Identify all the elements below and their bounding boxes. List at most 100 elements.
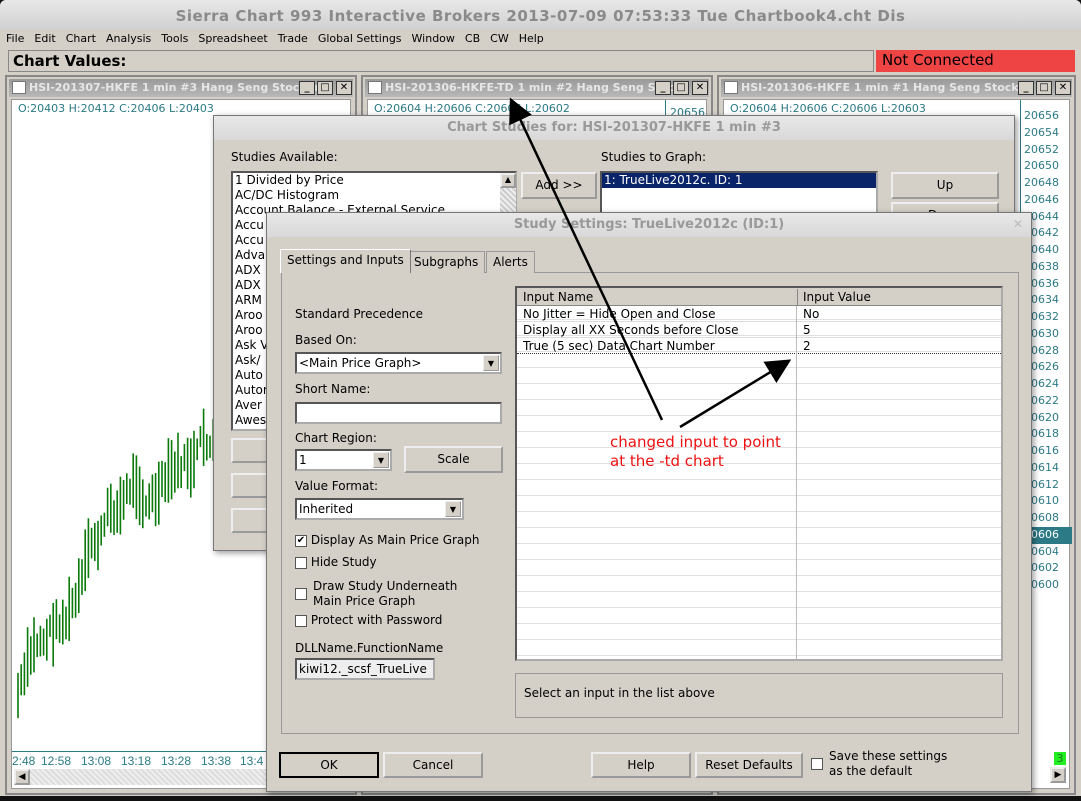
inputs-grid[interactable]: Input Name Input Value No Jitter = Hide … bbox=[515, 286, 1003, 661]
dialog-button[interactable] bbox=[231, 438, 271, 463]
menu-file[interactable]: File bbox=[6, 30, 24, 48]
add-study-button[interactable]: Add >> bbox=[521, 172, 597, 199]
column-header-name[interactable]: Input Name bbox=[523, 289, 593, 305]
cancel-button[interactable]: Cancel bbox=[383, 752, 483, 778]
grid-header: Input Name Input Value bbox=[517, 288, 1001, 306]
help-button[interactable]: Help bbox=[591, 752, 691, 778]
menu-bar: File Edit Chart Analysis Tools Spreadshe… bbox=[0, 30, 554, 48]
dialog-title: Study Settings: TrueLive2012c (ID:1) bbox=[267, 213, 1031, 237]
input-value[interactable]: 5 bbox=[803, 322, 811, 338]
chevron-down-icon[interactable]: ▼ bbox=[445, 501, 461, 517]
close-icon[interactable]: ✕ bbox=[1013, 217, 1023, 231]
checkbox[interactable] bbox=[295, 588, 307, 600]
time-label: 12:58 bbox=[41, 754, 72, 768]
up-button[interactable]: Up bbox=[891, 172, 999, 199]
based-on-select[interactable]: <Main Price Graph> ▼ bbox=[295, 352, 502, 374]
minimize-button[interactable]: _ bbox=[655, 81, 671, 95]
app-title: Sierra Chart 993 Interactive Brokers 201… bbox=[0, 0, 1081, 30]
checkbox[interactable] bbox=[295, 614, 307, 627]
time-label: 13:38 bbox=[201, 754, 232, 768]
checkbox[interactable]: ✔ bbox=[295, 534, 307, 547]
checkbox-label: Display As Main Price Graph bbox=[310, 533, 480, 547]
input-name: True (5 sec) Data Chart Number bbox=[523, 339, 715, 353]
precedence-label: Standard Precedence bbox=[295, 307, 424, 321]
value-format-select[interactable]: Inherited ▼ bbox=[295, 498, 464, 520]
checkbox[interactable] bbox=[295, 556, 307, 569]
checkbox-hide-study[interactable]: Hide Study bbox=[295, 555, 377, 569]
scroll-up-button[interactable]: ▲ bbox=[500, 173, 516, 188]
minimize-button[interactable]: _ bbox=[1018, 81, 1034, 95]
checkbox-draw-underneath[interactable]: Draw Study Underneath Main Price Graph bbox=[295, 579, 473, 609]
chart-window-titlebar[interactable]: HSI-201306-HKFE 1 min #1 Hang Seng Stock… bbox=[721, 79, 1072, 97]
maximize-button[interactable]: □ bbox=[317, 81, 333, 95]
menu-edit[interactable]: Edit bbox=[34, 30, 55, 48]
chart-window-titlebar[interactable]: HSI-201307-HKFE 1 min #3 Hang Seng Stock… bbox=[9, 79, 353, 97]
maximize-button[interactable]: □ bbox=[673, 81, 689, 95]
save-default-checkbox[interactable]: Save these settings as the default bbox=[811, 749, 959, 779]
dialog-title: Chart Studies for: HSI-201307-HKFE 1 min… bbox=[214, 116, 1014, 140]
menu-help[interactable]: Help bbox=[519, 30, 544, 48]
column-divider bbox=[796, 306, 797, 659]
dll-function-field: kiwi12._scsf_TrueLive bbox=[295, 658, 435, 680]
chevron-down-icon[interactable]: ▼ bbox=[373, 452, 389, 468]
maximize-button[interactable]: □ bbox=[1036, 81, 1052, 95]
checkbox-protect-password[interactable]: Protect with Password bbox=[295, 613, 442, 627]
minimize-button[interactable]: _ bbox=[299, 81, 315, 95]
input-value[interactable]: No bbox=[803, 306, 819, 322]
short-name-label: Short Name: bbox=[295, 382, 371, 396]
menu-cw[interactable]: CW bbox=[490, 30, 509, 48]
table-row[interactable]: True (5 sec) Data Chart Number 2 bbox=[517, 338, 1001, 354]
chart-title: HSI-201307-HKFE 1 min #3 Hang Seng Stock… bbox=[29, 81, 320, 94]
chart-title: HSI-201306-HKFE 1 min #1 Hang Seng Stock… bbox=[741, 81, 1032, 94]
tab-subgraphs[interactable]: Subgraphs bbox=[407, 251, 486, 273]
price-label: 20652 bbox=[1024, 142, 1059, 156]
studies-available-label: Studies Available: bbox=[231, 150, 338, 164]
table-row[interactable]: No Jitter = Hide Open and Close No bbox=[517, 306, 1001, 322]
checkbox-label: Draw Study Underneath Main Price Graph bbox=[313, 579, 458, 608]
menu-global-settings[interactable]: Global Settings bbox=[318, 30, 402, 48]
list-item[interactable]: AC/DC Histogram bbox=[235, 188, 515, 203]
menu-analysis[interactable]: Analysis bbox=[106, 30, 151, 48]
list-item[interactable]: 1 Divided by Price bbox=[235, 173, 515, 188]
short-name-input[interactable] bbox=[295, 402, 502, 424]
tab-alerts[interactable]: Alerts bbox=[486, 251, 535, 273]
input-value[interactable]: 2 bbox=[803, 338, 811, 354]
checkbox[interactable] bbox=[811, 758, 823, 770]
menu-tools[interactable]: Tools bbox=[161, 30, 188, 48]
dll-label: DLLName.FunctionName bbox=[295, 641, 444, 655]
select-value: <Main Price Graph> bbox=[299, 356, 422, 370]
column-header-value[interactable]: Input Value bbox=[797, 289, 871, 305]
checkbox-display-as-main[interactable]: ✔ Display As Main Price Graph bbox=[295, 533, 480, 547]
input-name: No Jitter = Hide Open and Close bbox=[523, 307, 716, 321]
ok-button[interactable]: OK bbox=[279, 752, 379, 778]
checkbox-label: Hide Study bbox=[310, 555, 377, 569]
select-value: 1 bbox=[299, 453, 307, 467]
menu-window[interactable]: Window bbox=[412, 30, 455, 48]
reset-defaults-button[interactable]: Reset Defaults bbox=[695, 752, 803, 778]
time-label: 13:4 bbox=[240, 754, 264, 768]
scale-button[interactable]: Scale bbox=[404, 446, 503, 473]
annotation-line: at the -td chart bbox=[610, 452, 724, 470]
chart-region-select[interactable]: 1 ▼ bbox=[295, 449, 392, 471]
tab-settings-and-inputs[interactable]: Settings and Inputs bbox=[280, 249, 411, 273]
dialog-button[interactable] bbox=[231, 508, 271, 533]
chart-window-titlebar[interactable]: HSI-201306-HKFE-TD 1 min #2 Hang Seng St… bbox=[365, 79, 709, 97]
scroll-left-button[interactable]: ◀ bbox=[14, 769, 30, 785]
scroll-right-button[interactable]: ▶ bbox=[1050, 767, 1066, 783]
close-button[interactable]: ✕ bbox=[336, 81, 352, 95]
list-item[interactable]: 1: TrueLive2012c. ID: 1 bbox=[602, 173, 876, 188]
menu-trade[interactable]: Trade bbox=[278, 30, 308, 48]
price-label: 20648 bbox=[1024, 176, 1059, 189]
menu-chart[interactable]: Chart bbox=[66, 30, 96, 48]
close-button[interactable]: ✕ bbox=[1055, 81, 1071, 95]
menu-spreadsheet[interactable]: Spreadsheet bbox=[198, 30, 267, 48]
close-button[interactable]: ✕ bbox=[692, 81, 708, 95]
annotation-text: changed input to point at the -td chart bbox=[610, 433, 781, 471]
chevron-down-icon[interactable]: ▼ bbox=[483, 355, 499, 371]
dialog-button[interactable] bbox=[231, 473, 271, 498]
checkbox-label: Protect with Password bbox=[310, 613, 443, 627]
table-row[interactable]: Display all XX Seconds before Close 5 bbox=[517, 322, 1001, 338]
window-icon bbox=[12, 81, 26, 94]
studies-to-graph-list[interactable]: 1: TrueLive2012c. ID: 1 bbox=[600, 171, 878, 216]
menu-cb[interactable]: CB bbox=[465, 30, 480, 48]
